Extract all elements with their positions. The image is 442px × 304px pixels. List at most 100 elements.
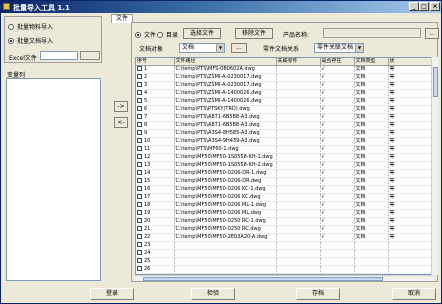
- file-table[interactable]: 序号 文件路径 关联零件 是否存在 文档类型状 1 C:\temp\PTS\MFS-0B0…: [135, 57, 433, 275]
- row-checkbox[interactable]: [137, 242, 142, 248]
- check-button[interactable]: 检验: [191, 288, 235, 300]
- product-browse-button[interactable]: ...: [425, 28, 439, 39]
- row-checkbox[interactable]: [137, 146, 142, 152]
- table-row[interactable]: 21 C:\temp\MF50\MF50-0250 RC.dwg √ 文档等: [136, 225, 432, 235]
- tab-file[interactable]: 文件: [111, 14, 133, 23]
- row-checkbox[interactable]: [137, 114, 142, 120]
- table-row[interactable]: 22 C:\temp\MF50\MF50-2E03A20-A.dwg √ 文档等: [136, 233, 432, 243]
- column-header[interactable]: 序号: [136, 58, 175, 67]
- remove-file-button[interactable]: 移除文件: [235, 28, 273, 39]
- table-row[interactable]: 7 C:\temp\PTS\A871-6B5B8-A3.dwg √ 文档等: [136, 113, 432, 123]
- table-row[interactable]: 16 C:\temp\MF50\MF50-0206 KC-1.dwg √ 文档等: [136, 185, 432, 195]
- table-row[interactable]: 26: [136, 265, 432, 274]
- row-checkbox[interactable]: [137, 258, 142, 264]
- scroll-thumb[interactable]: [433, 67, 438, 97]
- row-checkbox[interactable]: [137, 250, 142, 256]
- row-checkbox[interactable]: [137, 130, 142, 136]
- radio-circle[interactable]: [8, 23, 14, 30]
- column-header[interactable]: 关联零件: [276, 58, 321, 67]
- table-row[interactable]: 18 C:\temp\MF50\MF50-0206 ML-1.dwg √ 文档等: [136, 201, 432, 211]
- table-row[interactable]: 2 C:\temp\PTS\ZSMI-A-0230017.dwg √ 文档等: [136, 73, 432, 83]
- cancel-button[interactable]: 取消: [392, 288, 436, 300]
- row-checkbox[interactable]: [137, 234, 142, 240]
- table-cell: [276, 89, 321, 99]
- radio-circle-selected[interactable]: [135, 31, 141, 38]
- row-checkbox[interactable]: [137, 154, 142, 160]
- table-row[interactable]: 4 C:\temp\PTS\ZSMI-A-1400026.dwg √ 文档等: [136, 89, 432, 99]
- horizontal-scrollbar[interactable]: [135, 275, 433, 281]
- column-header[interactable]: 状: [388, 58, 432, 67]
- row-index: 19: [144, 210, 151, 217]
- radio-part-import[interactable]: 批量物料导入: [8, 22, 53, 31]
- table-row[interactable]: 15 C:\temp\MF50\MF50-0206-DR.dwg √ 文档等: [136, 177, 432, 187]
- row-checkbox[interactable]: [137, 266, 142, 272]
- row-checkbox[interactable]: [137, 106, 142, 112]
- chevron-down-icon[interactable]: ▼: [355, 44, 363, 52]
- option-file[interactable]: 文件: [135, 30, 156, 39]
- doc-object-browse-button[interactable]: ...: [231, 43, 247, 53]
- row-checkbox[interactable]: [137, 66, 142, 72]
- radio-doc-import[interactable]: 批量文档导入: [8, 36, 53, 45]
- table-row[interactable]: 25: [136, 257, 432, 267]
- chevron-down-icon[interactable]: ▼: [216, 44, 224, 52]
- row-checkbox[interactable]: [137, 218, 142, 224]
- excel-browse-button[interactable]: [80, 51, 100, 60]
- table-row[interactable]: 14 C:\temp\MF50\MF50-0206-DR-1.dwg √ 文档等: [136, 169, 432, 179]
- table-row[interactable]: 6 C:\temp\PTS\PTSKY(TRD).dwg √ 文档等: [136, 105, 432, 115]
- table-row[interactable]: 10 C:\temp\PTS\A3S4-9H439-A3.dwg √ 文档等: [136, 137, 432, 147]
- table-row[interactable]: 20 C:\temp\MF50\MF50-0250 RC-1.dwg √ 文档等: [136, 217, 432, 227]
- product-name-field[interactable]: [323, 28, 421, 38]
- table-row[interactable]: 24: [136, 249, 432, 259]
- option-directory[interactable]: 目录: [157, 30, 178, 39]
- row-checkbox[interactable]: [137, 170, 142, 176]
- close-button[interactable]: ×: [430, 2, 440, 11]
- save-button[interactable]: 存档: [296, 288, 340, 300]
- row-checkbox[interactable]: [137, 122, 142, 128]
- table-row[interactable]: 5 C:\temp\PTS\ZSMI-A-1400026.dwg √ 文档等: [136, 97, 432, 107]
- relation-select[interactable]: 零件关联文档 ▼: [314, 43, 364, 53]
- table-row[interactable]: 8 C:\temp\PTS\A871-6B5B8-A3.dwg √ 文档等: [136, 121, 432, 131]
- row-checkbox[interactable]: [137, 138, 142, 144]
- row-index: 22: [144, 234, 151, 241]
- doc-object-select[interactable]: 文档 ▼: [179, 43, 225, 53]
- radio-circle-selected[interactable]: [8, 37, 14, 44]
- table-row[interactable]: 13 C:\temp\MF50\MF50-1S0558-KH-2.dwg √ 文档等: [136, 161, 432, 171]
- row-checkbox[interactable]: [137, 178, 142, 184]
- row-checkbox[interactable]: [137, 226, 142, 232]
- radio-circle[interactable]: [157, 31, 163, 38]
- excel-file-input[interactable]: [40, 51, 78, 60]
- minimize-button[interactable]: _: [409, 2, 419, 11]
- maximize-button[interactable]: □: [419, 2, 429, 11]
- row-checkbox[interactable]: [137, 194, 142, 200]
- row-checkbox[interactable]: [137, 74, 142, 80]
- row-checkbox[interactable]: [137, 90, 142, 96]
- variable-column-list[interactable]: [6, 78, 101, 281]
- row-checkbox[interactable]: [137, 202, 142, 208]
- column-header[interactable]: 文件路径: [174, 58, 277, 67]
- table-row[interactable]: 17 C:\temp\MF50\MF50-0206 KC.dwg √ 文档等: [136, 193, 432, 203]
- table-row[interactable]: 19 C:\temp\MF50\MF50-0206 ML.dwg √ 文档等: [136, 209, 432, 219]
- row-checkbox[interactable]: [137, 186, 142, 192]
- table-row[interactable]: 3 C:\temp\PTS\ZSMI-A-0230017.dwg √ 文档等: [136, 81, 432, 91]
- table-row[interactable]: 9 C:\temp\PTS\A3S4-8H585-A3.dwg √ 文档等: [136, 129, 432, 139]
- table-row[interactable]: 23: [136, 241, 432, 251]
- table-row[interactable]: 12 C:\temp\MF50\MF50-1S0558-KH-1.dwg √ 文档等: [136, 153, 432, 163]
- column-header[interactable]: 是否存在: [320, 58, 355, 67]
- table-row[interactable]: 11 C:\temp\PTS\MF60-1.dwg √ 文档等: [136, 145, 432, 155]
- table-cell: 等: [388, 105, 432, 115]
- row-checkbox[interactable]: [137, 162, 142, 168]
- vertical-scrollbar[interactable]: [431, 57, 438, 275]
- table-cell: C:\temp\MF50\MF50-2E03A20-A.dwg: [174, 233, 277, 243]
- table-cell: 26: [136, 265, 175, 274]
- select-file-button[interactable]: 选择文件: [183, 28, 221, 39]
- move-right-button[interactable]: ->: [114, 101, 128, 112]
- scroll-thumb[interactable]: [143, 277, 383, 281]
- row-checkbox[interactable]: [137, 210, 142, 216]
- column-header[interactable]: 文档类型: [354, 58, 389, 67]
- row-checkbox[interactable]: [137, 98, 142, 104]
- row-checkbox[interactable]: [137, 82, 142, 88]
- move-left-button[interactable]: <-: [114, 117, 128, 128]
- login-button[interactable]: 登录: [90, 288, 134, 300]
- table-row[interactable]: 1 C:\temp\PTS\MFS-0B0602A.dwg √ 文档等: [136, 65, 432, 75]
- table-cell: [320, 265, 355, 274]
